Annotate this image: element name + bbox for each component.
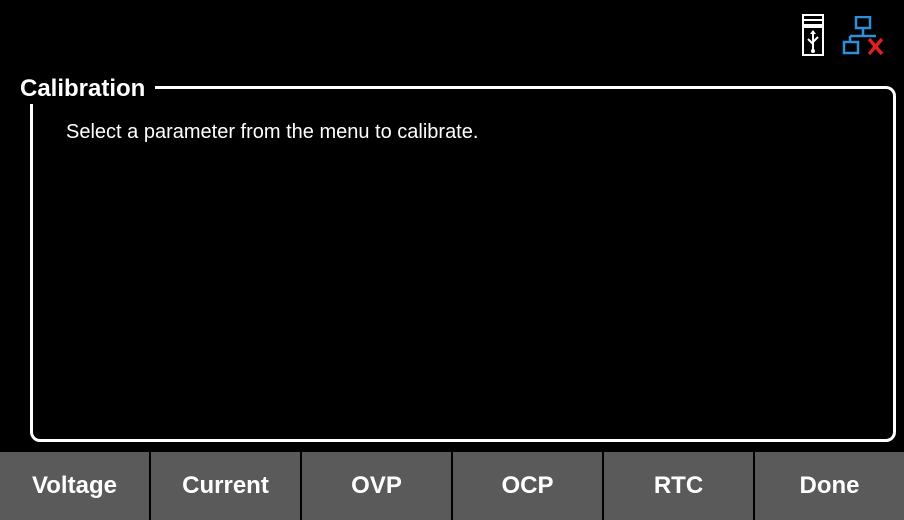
status-bar (794, 14, 904, 56)
instruction-text: Select a parameter from the menu to cali… (66, 121, 479, 143)
done-softkey[interactable]: Done (753, 452, 904, 520)
current-softkey[interactable]: Current (149, 452, 300, 520)
rtc-softkey[interactable]: RTC (602, 452, 753, 520)
voltage-softkey[interactable]: Voltage (0, 452, 149, 520)
panel-title: Calibration (16, 74, 156, 104)
softkey-bar: Voltage Current OVP OCP RTC Done (0, 452, 904, 520)
usb-storage-icon (800, 14, 826, 56)
lan-disconnected-icon (842, 15, 886, 56)
ovp-softkey[interactable]: OVP (300, 452, 451, 520)
calibration-screen: Calibration Select a parameter from the … (0, 0, 904, 520)
ocp-softkey[interactable]: OCP (451, 452, 602, 520)
